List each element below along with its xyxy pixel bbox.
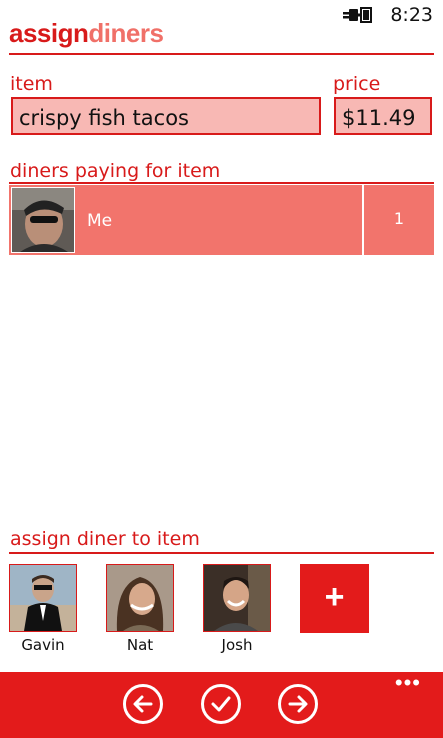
page-title: assigndiners: [9, 18, 164, 49]
forward-button[interactable]: [278, 684, 318, 724]
price-label: price: [333, 73, 381, 95]
more-options-icon[interactable]: •••: [395, 672, 421, 694]
diner-share-count[interactable]: 1: [364, 209, 434, 228]
checkmark-icon: [211, 696, 231, 712]
diner-tile-name: Nat: [126, 636, 154, 654]
diner-tile-gavin[interactable]: [9, 564, 77, 632]
diner-name: Me: [87, 211, 113, 231]
title-part-assign: assign: [9, 18, 89, 48]
price-field[interactable]: $11.49: [334, 97, 432, 135]
back-button[interactable]: [123, 684, 163, 724]
title-divider: [9, 53, 434, 55]
avatar: [204, 565, 270, 631]
forward-arrow-icon: [288, 695, 308, 713]
add-diner-button[interactable]: +: [300, 564, 369, 633]
diner-tile-name: Josh: [221, 636, 253, 654]
paying-section-divider: [9, 182, 434, 184]
item-name-field[interactable]: crispy fish tacos: [11, 97, 321, 135]
paying-diner-row[interactable]: Me 1: [9, 185, 434, 255]
diner-tile-nat[interactable]: [106, 564, 174, 632]
power-plug-icon: [343, 7, 372, 23]
app-bar: •••: [0, 672, 443, 738]
diner-tile-josh[interactable]: [203, 564, 271, 632]
back-arrow-icon: [133, 695, 153, 713]
avatar: [11, 187, 75, 253]
confirm-button[interactable]: [201, 684, 241, 724]
avatar: [10, 565, 76, 631]
title-part-diners: diners: [88, 18, 164, 48]
paying-section-heading: diners paying for item: [10, 160, 221, 182]
assign-section-divider: [9, 552, 434, 554]
status-time: 8:23: [390, 4, 433, 26]
diner-tile-name: Gavin: [21, 636, 65, 654]
item-label: item: [10, 73, 53, 95]
avatar: [107, 565, 173, 631]
assign-section-heading: assign diner to item: [10, 528, 200, 550]
